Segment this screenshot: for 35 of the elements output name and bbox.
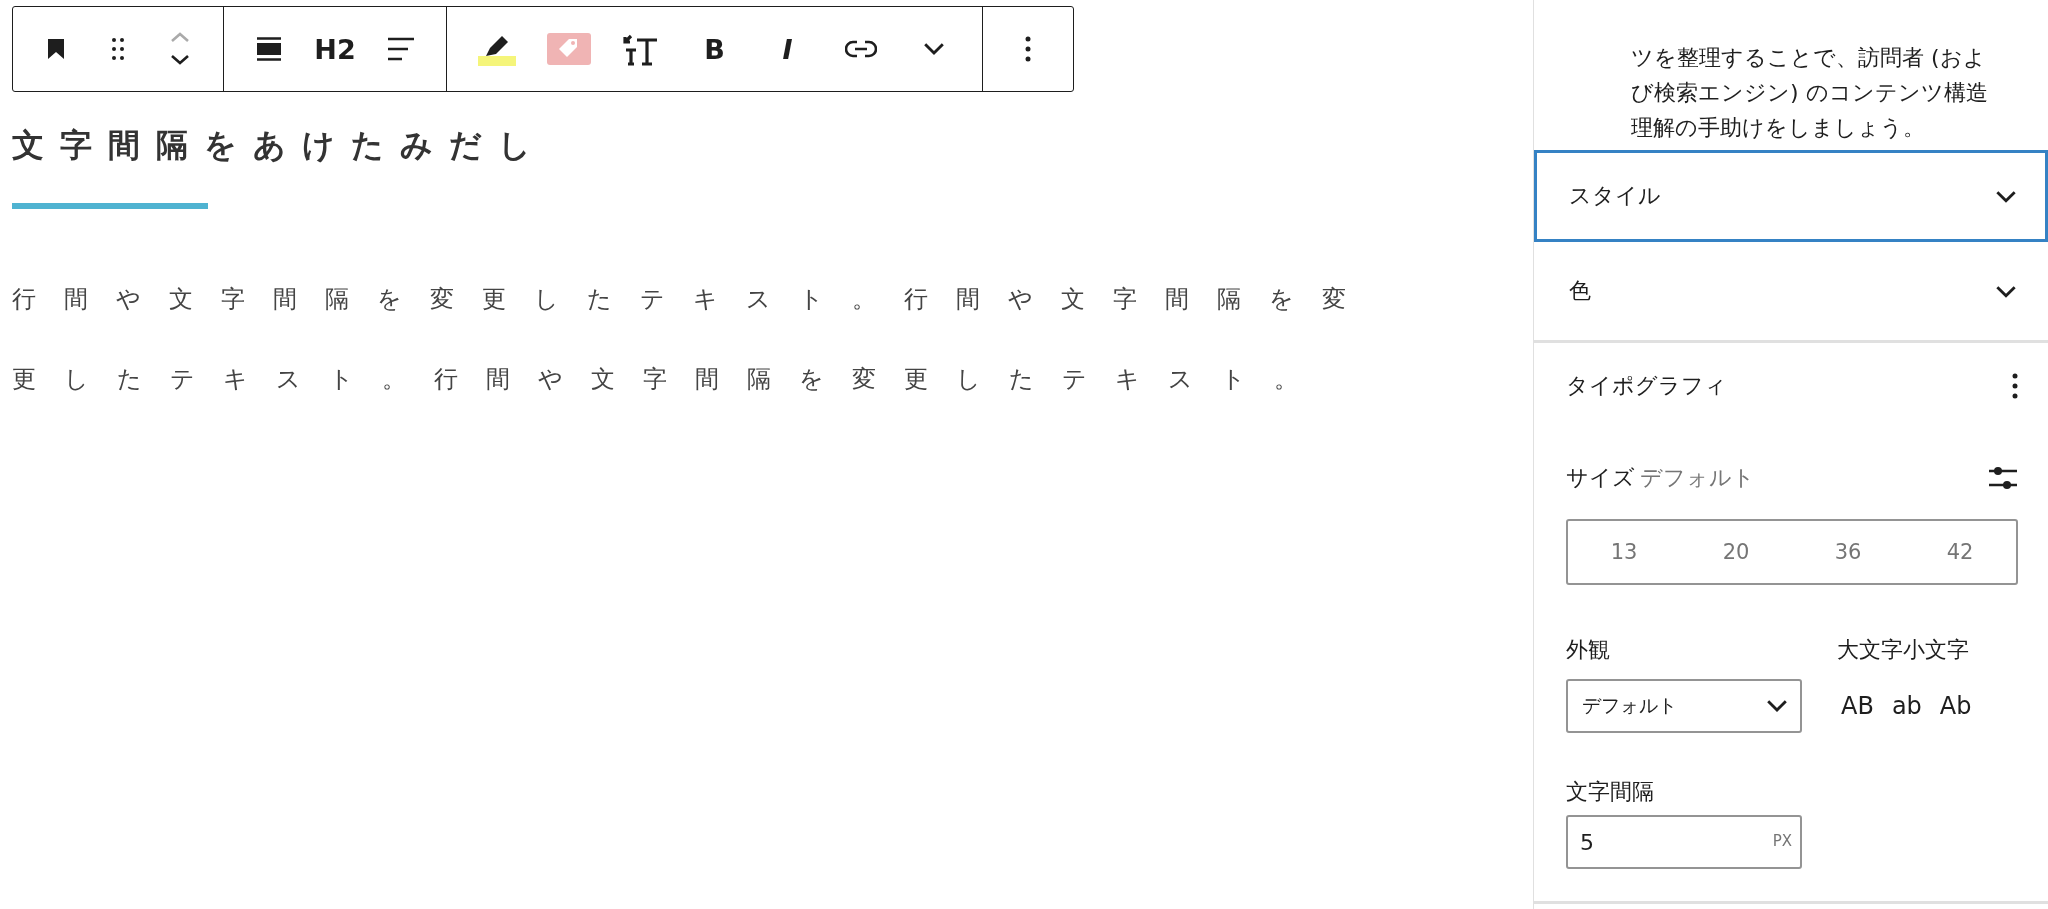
unit-label: PX [1772, 832, 1792, 850]
field-label: サイズ [1566, 465, 1635, 490]
heading: 文字間隔をあけたみだし [12, 125, 547, 166]
heading-level-button[interactable]: H2 [302, 20, 368, 78]
size-value: デフォルト [1640, 465, 1756, 490]
letter-case-option[interactable]: Ab [1935, 688, 1976, 724]
more-options-icon [1025, 36, 1031, 62]
paragraph: 行間や文字間隔を変更したテキスト。行間や文字間隔を変更したテキスト。行間や文字間隔を変更したテキスト。 [12, 284, 1375, 395]
chevron-down-icon [1995, 189, 2017, 203]
link-icon [844, 40, 877, 58]
drag-handle-icon [111, 37, 125, 61]
field-label: 外観 [1566, 636, 1611, 664]
more-options-icon[interactable] [2012, 373, 2018, 399]
settings-icon[interactable] [1988, 466, 2018, 490]
bookmark-icon [47, 38, 65, 60]
appearance-select[interactable]: デフォルト [1566, 679, 1802, 733]
italic-button[interactable]: I [751, 20, 824, 78]
block-description: ツを整理することで、訪問者 (および検索エンジン) のコンテンツ構造理解の手助けをしましょう。 [1630, 44, 1989, 142]
panel-title: タイポグラフィ [1566, 372, 1727, 400]
bold-button[interactable]: B [678, 20, 751, 78]
full-width-icon [256, 37, 282, 61]
field-label: 文字間隔 [1566, 778, 1655, 806]
panel-header[interactable]: スタイル [1534, 150, 2048, 242]
size-option[interactable]: 20 [1680, 521, 1792, 583]
field-label: 大文字小文字 [1837, 636, 1970, 664]
tag-icon [546, 33, 591, 65]
size-option[interactable]: 13 [1568, 521, 1680, 583]
chevron-down-icon [922, 42, 945, 56]
chevron-down-icon [1995, 284, 2017, 298]
align-left-icon [387, 37, 415, 61]
letter-case-option[interactable]: ab [1887, 688, 1926, 724]
letter-case-option[interactable]: AB [1837, 688, 1878, 724]
size-option[interactable]: 36 [1792, 521, 1904, 583]
chevron-down-icon [1766, 699, 1788, 713]
size-option[interactable]: 42 [1904, 521, 2016, 583]
